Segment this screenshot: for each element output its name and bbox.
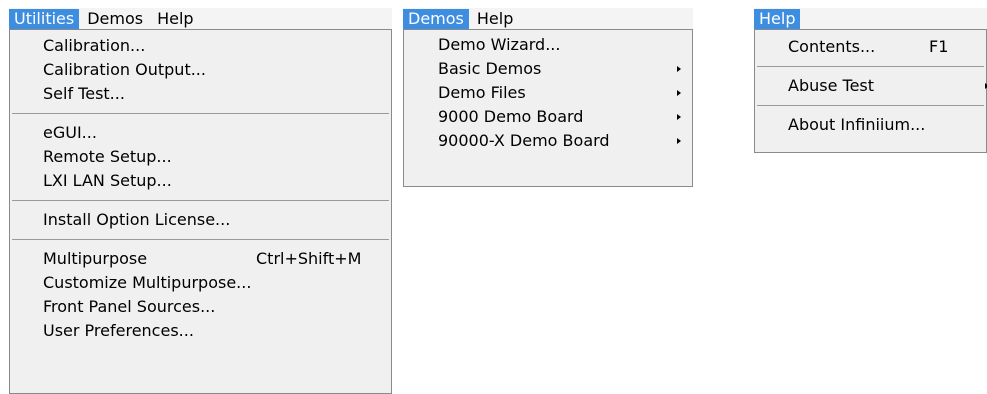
submenu-arrow-icon bbox=[677, 90, 681, 96]
menu-item-label: 90000-X Demo Board bbox=[438, 131, 610, 150]
menu-item-label: Front Panel Sources... bbox=[43, 297, 216, 316]
menubar-demos: Demos Help bbox=[403, 8, 693, 30]
menubar-item-help[interactable]: Help bbox=[754, 9, 801, 29]
menu-item-label: Calibration Output... bbox=[43, 60, 206, 79]
menu-item-demo-wizard[interactable]: Demo Wizard... bbox=[404, 33, 692, 57]
demos-dropdown-menu: Demo Wizard... Basic Demos Demo Files 9000 … bbox=[403, 29, 693, 187]
menu-item-multipurpose[interactable]: Multipurpose Ctrl+Shift+M bbox=[10, 247, 391, 271]
menu-item-user-preferences[interactable]: User Preferences... bbox=[10, 319, 391, 343]
menu-item-self-test[interactable]: Self Test... bbox=[10, 82, 391, 106]
menu-item-label: Customize Multipurpose... bbox=[43, 273, 252, 292]
menu-item-abuse-test[interactable]: Abuse Test bbox=[755, 74, 987, 98]
menu-item-label: Self Test... bbox=[43, 84, 125, 103]
menu-item-label: eGUI... bbox=[43, 123, 97, 142]
help-dropdown-menu: Contents... F1 Abuse Test About Infiniium..… bbox=[754, 29, 987, 153]
menu-item-label: 9000 Demo Board bbox=[438, 107, 584, 126]
menu-item-install-option-license[interactable]: Install Option License... bbox=[10, 208, 391, 232]
menubar-item-demos[interactable]: Demos bbox=[403, 9, 469, 29]
menu-item-egui[interactable]: eGUI... bbox=[10, 121, 391, 145]
menu-item-customize-multipurpose[interactable]: Customize Multipurpose... bbox=[10, 271, 391, 295]
menu-item-shortcut: Ctrl+Shift+M bbox=[256, 249, 362, 268]
menubar-help: Help bbox=[754, 8, 987, 30]
utilities-dropdown-menu: Calibration... Calibration Output... Self … bbox=[9, 29, 392, 394]
menu-item-calibration-output[interactable]: Calibration Output... bbox=[10, 58, 391, 82]
menu-separator bbox=[757, 66, 984, 67]
menu-item-lxi-lan-setup[interactable]: LXI LAN Setup... bbox=[10, 169, 391, 193]
menu-item-shortcut: F1 bbox=[929, 37, 949, 56]
menu-item-9000-demo-board[interactable]: 9000 Demo Board bbox=[404, 105, 692, 129]
menu-item-label: Contents... bbox=[788, 37, 876, 56]
menu-item-label: Remote Setup... bbox=[43, 147, 172, 166]
menu-separator bbox=[757, 105, 984, 106]
menu-item-label: About Infiniium... bbox=[788, 115, 926, 134]
menu-item-remote-setup[interactable]: Remote Setup... bbox=[10, 145, 391, 169]
menubar-item-help[interactable]: Help bbox=[472, 9, 518, 29]
menu-item-label: Demo Files bbox=[438, 83, 526, 102]
submenu-arrow-icon bbox=[677, 66, 681, 72]
menu-item-90000-x-demo-board[interactable]: 90000-X Demo Board bbox=[404, 129, 692, 153]
menu-item-label: Multipurpose bbox=[43, 249, 148, 268]
menu-item-about-infiniium[interactable]: About Infiniium... bbox=[755, 113, 986, 137]
menu-separator bbox=[12, 200, 389, 201]
submenu-arrow-icon bbox=[677, 138, 681, 144]
menu-item-label: LXI LAN Setup... bbox=[43, 171, 172, 190]
menu-item-front-panel-sources[interactable]: Front Panel Sources... bbox=[10, 295, 391, 319]
menu-item-basic-demos[interactable]: Basic Demos bbox=[404, 57, 692, 81]
menu-item-contents[interactable]: Contents... F1 bbox=[755, 35, 986, 59]
menu-item-label: Basic Demos bbox=[438, 59, 542, 78]
menu-item-label: Demo Wizard... bbox=[438, 35, 561, 54]
menubar-utilities: Utilities Demos Help bbox=[9, 8, 392, 30]
menu-item-label: Calibration... bbox=[43, 36, 146, 55]
menu-separator bbox=[12, 113, 389, 114]
menu-item-label: User Preferences... bbox=[43, 321, 194, 340]
menu-item-calibration[interactable]: Calibration... bbox=[10, 34, 391, 58]
menubar-item-help[interactable]: Help bbox=[152, 9, 198, 29]
submenu-arrow-icon bbox=[677, 114, 681, 120]
menu-item-label: Abuse Test bbox=[788, 76, 875, 95]
menu-item-demo-files[interactable]: Demo Files bbox=[404, 81, 692, 105]
menubar-item-utilities[interactable]: Utilities bbox=[9, 9, 80, 29]
menu-separator bbox=[12, 239, 389, 240]
menu-item-label: Install Option License... bbox=[43, 210, 231, 229]
menubar-item-demos[interactable]: Demos bbox=[82, 9, 148, 29]
